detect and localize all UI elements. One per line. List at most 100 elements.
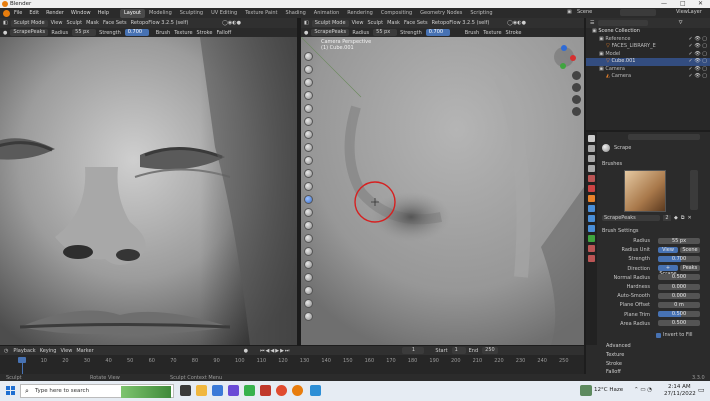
right-menu-face-sets[interactable]: Face Sets [404, 20, 428, 26]
right-menu-sculpt[interactable]: Sculpt [367, 20, 383, 26]
outliner-row[interactable]: ▣ Camera ✓ 👁 ▢ [586, 66, 710, 74]
left-menu-sculpt[interactable]: Sculpt [66, 20, 82, 26]
tab-uv-editing[interactable]: UV Editing [207, 9, 241, 18]
left-strength-field[interactable]: 0.700 [124, 29, 149, 36]
right-strength-field[interactable]: 0.700 [425, 29, 450, 36]
teams-icon[interactable] [228, 385, 239, 396]
snake-hook-brush-icon[interactable] [304, 260, 313, 269]
editor-type-icon[interactable]: ◧ [3, 20, 8, 26]
nudge-brush-icon[interactable] [304, 299, 313, 308]
view-layer-name[interactable]: ViewLayer [676, 9, 702, 15]
start-frame-field[interactable]: 1 [451, 347, 466, 354]
visibility-toggle-icon[interactable]: ✓ 👁 ▢ [689, 58, 707, 66]
clay-strips-brush-icon[interactable] [304, 91, 313, 100]
outliner-row[interactable]: ▣ Model ✓ 👁 ▢ [586, 51, 710, 59]
right-3d-viewport[interactable]: Camera Perspective (1) Cube.001 [301, 37, 584, 345]
right-stroke-dropdown[interactable]: Stroke [506, 30, 522, 36]
right-addon-menu[interactable]: RetopoFlow 3.2.5 (self) [432, 20, 490, 26]
view-layer-tab-icon[interactable] [588, 165, 595, 172]
visibility-toggle-icon[interactable]: ✓ 👁 ▢ [689, 66, 707, 74]
left-falloff-dropdown[interactable]: Falloff [216, 30, 231, 36]
texture-section[interactable]: Texture [606, 352, 624, 358]
end-frame-field[interactable]: 250 [482, 347, 499, 354]
chrome-icon[interactable] [276, 385, 287, 396]
left-3d-viewport[interactable] [0, 37, 297, 345]
right-menu-view[interactable]: View [352, 20, 364, 26]
left-radius-field[interactable]: 55 px [72, 29, 97, 36]
mesh-data-tab-icon[interactable] [588, 235, 595, 242]
brush-list-scroll[interactable] [690, 170, 698, 210]
shading-icons[interactable]: ◯◉◐● [222, 20, 241, 26]
tab-geometry-nodes[interactable]: Geometry Nodes [416, 9, 466, 18]
brush-preview-thumbnail[interactable] [624, 170, 666, 212]
edge-browser-icon[interactable] [212, 385, 223, 396]
scrape-brush-icon[interactable] [304, 195, 313, 204]
menu-render[interactable]: Render [46, 10, 64, 16]
timeline-menu-playback[interactable]: Playback [13, 348, 35, 354]
left-brush-name[interactable]: ScrapePeaks [10, 29, 49, 36]
outliner-row[interactable]: ▽ FACES_LIBRARY_E ✓ 👁 ▢ [586, 43, 710, 51]
output-tab-icon[interactable] [588, 155, 595, 162]
taskbar-time[interactable]: 2:14 AM [668, 384, 691, 390]
fake-user-icon[interactable]: ◆ [674, 215, 678, 221]
pose-brush-icon[interactable] [304, 286, 313, 295]
scene-name[interactable]: Scene [577, 9, 592, 15]
left-mode-select[interactable]: Sculpt Mode [10, 19, 48, 27]
material-tab-icon[interactable] [588, 245, 595, 252]
thumb-brush-icon[interactable] [304, 273, 313, 282]
brush-name-field[interactable]: ScrapePeaks [602, 215, 660, 221]
whatsapp-icon[interactable] [244, 385, 255, 396]
file-explorer-icon[interactable] [196, 385, 207, 396]
tab-modeling[interactable]: Modeling [145, 9, 176, 18]
setting-value-field[interactable]: 0 m [658, 301, 700, 308]
invert-to-fill-checkbox[interactable] [656, 332, 661, 338]
draw-sharp-brush-icon[interactable] [304, 65, 313, 74]
outliner-row[interactable]: ▣ Scene Collection [586, 28, 710, 36]
right-brush-name[interactable]: ScrapePeaks [311, 29, 350, 36]
smooth-brush-icon[interactable] [304, 169, 313, 178]
blob-brush-icon[interactable] [304, 143, 313, 152]
brushes-section-header[interactable]: Brushes [602, 161, 622, 167]
setting-option-a[interactable]: View [658, 246, 678, 253]
visibility-toggle-icon[interactable]: ✓ 👁 ▢ [689, 51, 707, 59]
scene-tab-icon[interactable] [588, 175, 595, 182]
taskbar-search-box[interactable]: ⌕ Type here to search [20, 384, 174, 398]
setting-value-field[interactable]: 0.700 [658, 255, 700, 262]
unlink-brush-icon[interactable]: ✕ [687, 215, 691, 221]
minimize-button[interactable]: — [661, 0, 667, 7]
right-brush-dropdown[interactable]: Brush [465, 30, 479, 36]
right-mode-select[interactable]: Sculpt Mode [311, 19, 349, 27]
brush-settings-section-header[interactable]: Brush Settings [602, 228, 639, 234]
outliner-search-input[interactable] [598, 20, 649, 26]
blender-taskbar-icon[interactable] [292, 385, 303, 396]
close-button[interactable]: ✕ [698, 0, 703, 7]
multiplane-scrape-brush-icon[interactable] [304, 208, 313, 217]
stroke-section[interactable]: Stroke [606, 361, 622, 367]
setting-value-field[interactable]: 0.000 [658, 283, 700, 290]
media-app-icon[interactable] [260, 385, 271, 396]
weather-text[interactable]: 12°C Haze [594, 387, 623, 393]
system-tray-icons[interactable]: ⌃ ▭ ◔ [634, 387, 652, 393]
perspective-toggle-icon[interactable] [572, 107, 581, 116]
texture-tab-icon[interactable] [588, 255, 595, 262]
shading-icons[interactable]: ◯◉◐● [507, 20, 526, 26]
right-menu-mask[interactable]: Mask [387, 20, 400, 26]
timeline-menu-view[interactable]: View [60, 348, 72, 354]
setting-option-b[interactable]: Peaks [680, 265, 700, 272]
outliner-row[interactable]: ▽ Cube.001 ✓ 👁 ▢ [586, 58, 710, 66]
setting-value-field[interactable]: 55 px [658, 237, 700, 244]
brush-user-count[interactable]: 2 [663, 215, 671, 221]
setting-value-field[interactable]: 0.000 [658, 292, 700, 299]
draw-brush-icon[interactable] [304, 52, 313, 61]
left-menu-mask[interactable]: Mask [86, 20, 99, 26]
object-tab-icon[interactable] [588, 195, 595, 202]
notification-icon[interactable]: ▭ [698, 386, 705, 394]
scene-selector[interactable] [620, 9, 656, 16]
outliner-row[interactable]: ▣ Reference ✓ 👁 ▢ [586, 36, 710, 44]
task-view-icon[interactable] [180, 385, 191, 396]
grab-brush-icon[interactable] [304, 234, 313, 243]
inflate-brush-icon[interactable] [304, 130, 313, 139]
windows-start-icon[interactable] [6, 386, 15, 395]
modifier-tab-icon[interactable] [588, 205, 595, 212]
elastic-deform-brush-icon[interactable] [304, 247, 313, 256]
